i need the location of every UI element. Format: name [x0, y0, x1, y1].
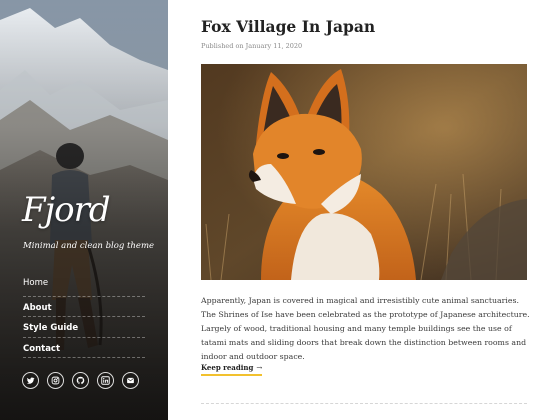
- github-icon: [76, 376, 85, 385]
- nav-item-about[interactable]: About: [23, 297, 145, 317]
- site-logo[interactable]: Fjord: [22, 190, 111, 230]
- social-links: [22, 372, 139, 389]
- keep-reading-label: Keep reading: [201, 363, 254, 372]
- post-excerpt: Apparently, Japan is covered in magical …: [201, 296, 530, 361]
- site-tagline: Minimal and clean blog theme: [23, 241, 155, 251]
- post-date: Published on January 11, 2020: [201, 42, 303, 50]
- post-divider: [201, 403, 527, 404]
- linkedin-icon: [101, 376, 110, 385]
- main-content: Fox Village In Japan Published on Januar…: [168, 0, 560, 420]
- nav-item-contact[interactable]: Contact: [23, 338, 145, 358]
- email-link[interactable]: [122, 372, 139, 389]
- twitter-icon: [26, 377, 35, 384]
- sidebar: Fjord Minimal and clean blog theme Home …: [0, 0, 168, 420]
- keep-reading-link[interactable]: Keep reading →: [201, 363, 263, 376]
- nav-item-home[interactable]: Home: [23, 276, 145, 297]
- post-title[interactable]: Fox Village In Japan: [201, 17, 375, 36]
- instagram-icon: [51, 376, 60, 385]
- github-link[interactable]: [72, 372, 89, 389]
- twitter-link[interactable]: [22, 372, 39, 389]
- fox-photo: [201, 64, 527, 280]
- nav-item-style-guide[interactable]: Style Guide: [23, 317, 145, 338]
- linkedin-link[interactable]: [97, 372, 114, 389]
- email-icon: [127, 377, 134, 384]
- sidebar-nav: Home About Style Guide Contact: [23, 276, 145, 358]
- arrow-right-icon: →: [256, 364, 263, 372]
- instagram-link[interactable]: [47, 372, 64, 389]
- post-featured-image[interactable]: [201, 64, 527, 280]
